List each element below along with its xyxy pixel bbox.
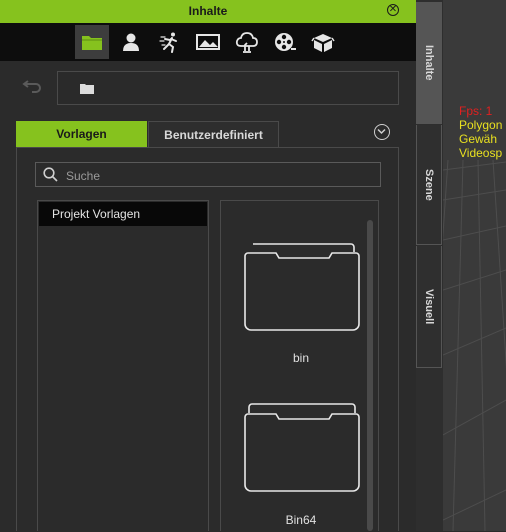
viewport[interactable]: Fps: 1 Polygon Gewäh Videosp — [443, 0, 506, 531]
folder-icon — [244, 243, 360, 331]
content-panel: Inhalte ✕ Vorlagen Benutzerdefiniert Suc… — [0, 0, 416, 531]
content-type-toolbar — [0, 23, 416, 61]
folder-tree: Projekt Vorlagen — [37, 200, 209, 531]
side-tab-label: Inhalte — [423, 44, 435, 81]
viewport-grid — [443, 160, 506, 531]
film-reel-icon[interactable] — [268, 25, 302, 59]
viewport-fps: Fps: 1 — [459, 104, 493, 118]
file-grid: bin Bin64 — [220, 200, 379, 531]
chevron-down-icon[interactable] — [374, 124, 390, 140]
folder-icon — [80, 84, 94, 94]
file-item-bin[interactable]: bin — [241, 238, 361, 378]
file-label: bin — [292, 351, 309, 365]
box-icon[interactable] — [306, 25, 340, 59]
avatar-icon[interactable] — [114, 25, 148, 59]
path-field[interactable] — [57, 71, 399, 105]
folder-icon[interactable] — [75, 25, 109, 59]
panel-titlebar[interactable]: Inhalte ✕ — [0, 0, 416, 23]
file-grid-scrollbar[interactable] — [367, 220, 373, 531]
cloud-tree-icon[interactable] — [230, 25, 264, 59]
folder-stack-icon — [244, 403, 360, 492]
search-box[interactable] — [35, 162, 381, 187]
tab-benutzerdefiniert[interactable]: Benutzerdefiniert — [148, 121, 279, 147]
side-tab-strip: Inhalte Szene Visuell — [416, 0, 443, 531]
search-icon — [43, 167, 58, 182]
side-tab-visuell[interactable]: Visuell — [416, 246, 442, 368]
viewport-weight: Gewäh — [459, 132, 498, 146]
side-tab-label: Szene — [423, 168, 435, 201]
side-tab-szene[interactable]: Szene — [416, 125, 442, 245]
close-icon[interactable]: ✕ — [387, 4, 399, 16]
stage-icon[interactable] — [191, 25, 225, 59]
tree-item-projekt-vorlagen[interactable]: Projekt Vorlagen — [39, 202, 207, 226]
side-tab-label: Visuell — [423, 288, 435, 325]
back-arrow-icon[interactable] — [20, 80, 42, 96]
panel-title: Inhalte — [188, 4, 228, 18]
file-item-bin64[interactable]: Bin64 — [241, 399, 361, 532]
tab-vorlagen[interactable]: Vorlagen — [16, 121, 147, 147]
side-tab-inhalte[interactable]: Inhalte — [416, 2, 442, 124]
file-label: Bin64 — [285, 513, 317, 527]
viewport-polygon: Polygon — [459, 118, 503, 132]
motion-icon[interactable] — [153, 25, 187, 59]
search-input[interactable] — [64, 166, 368, 185]
viewport-video: Videosp — [459, 146, 503, 160]
